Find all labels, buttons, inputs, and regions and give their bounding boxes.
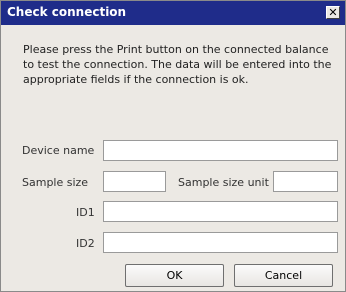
id2-label: ID2	[76, 237, 95, 250]
cancel-button[interactable]: Cancel	[234, 264, 333, 287]
ok-button[interactable]: OK	[125, 264, 224, 287]
id2-field[interactable]	[103, 232, 338, 253]
close-icon: ✕	[328, 6, 338, 19]
instruction-text: Please press the Print button on the con…	[23, 43, 332, 86]
id1-label: ID1	[76, 206, 95, 219]
id1-field[interactable]	[103, 201, 338, 222]
device-name-field[interactable]	[103, 140, 338, 161]
sample-size-label: Sample size	[22, 176, 89, 189]
check-connection-dialog: Check connection ✕ Please press the Prin…	[0, 0, 346, 292]
sample-size-unit-field[interactable]	[273, 171, 338, 192]
sample-size-unit-label: Sample size unit	[178, 176, 269, 189]
close-button[interactable]: ✕	[326, 6, 340, 19]
device-name-label: Device name	[22, 144, 95, 157]
sample-size-field[interactable]	[103, 171, 166, 192]
dialog-title: Check connection	[7, 5, 127, 19]
title-bar[interactable]: Check connection ✕	[1, 1, 345, 25]
